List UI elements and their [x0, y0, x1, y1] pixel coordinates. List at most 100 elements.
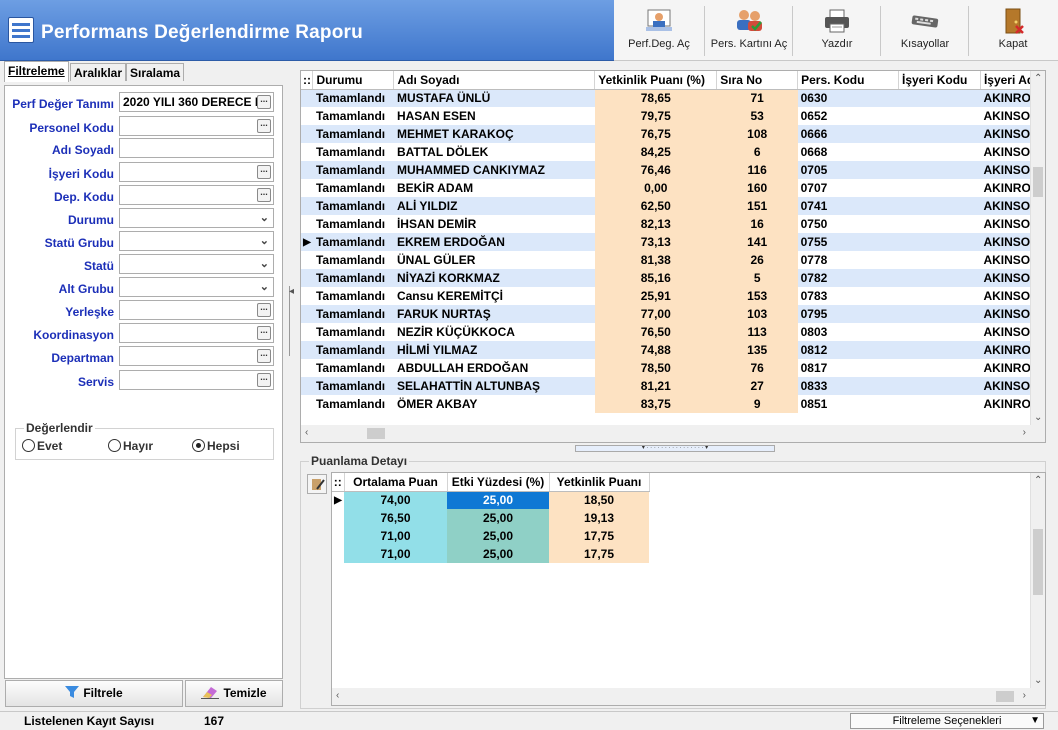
column-header[interactable]: İşyeri Kodu [898, 71, 981, 90]
collapse-left-icon[interactable]: ◂ [289, 286, 294, 297]
filter-input[interactable]: ... [119, 116, 274, 136]
row-header[interactable] [301, 305, 313, 323]
filter-input[interactable]: ⌄ [119, 254, 274, 274]
table-row[interactable]: Tamamlandı ÖMER AKBAY 83,75 9 0851 AKINROB [301, 395, 1045, 413]
table-cell[interactable]: 76 [716, 359, 798, 377]
chevron-down-icon[interactable]: ⌄ [260, 211, 269, 224]
table-cell[interactable]: 0812 [797, 341, 899, 359]
table-cell[interactable]: 26 [716, 251, 798, 269]
table-cell[interactable]: 0755 [797, 233, 899, 251]
table-cell[interactable]: 27 [716, 377, 798, 395]
table-cell[interactable]: Tamamlandı [312, 269, 394, 287]
table-cell[interactable]: 0817 [797, 359, 899, 377]
detail-cell[interactable]: 71,00 [344, 527, 447, 545]
table-cell[interactable]: Tamamlandı [312, 323, 394, 341]
ellipsis-icon[interactable]: ... [257, 188, 271, 202]
table-cell[interactable]: 0750 [797, 215, 899, 233]
detail-cell[interactable]: 18,50 [549, 491, 649, 509]
table-row[interactable]: Tamamlandı MUHAMMED CANKIYMAZ 76,46 116 0705… [301, 161, 1045, 179]
detail-cell[interactable]: 17,75 [549, 527, 649, 545]
table-cell[interactable]: 103 [716, 305, 798, 323]
table-cell[interactable]: BATTAL DÖLEK [393, 143, 595, 161]
table-cell[interactable]: EKREM ERDOĞAN [393, 233, 595, 251]
table-row[interactable]: Tamamlandı ABDULLAH ERDOĞAN 78,50 76 0817 AKI… [301, 359, 1045, 377]
detail-row[interactable]: 76,50 25,00 19,13 [332, 509, 649, 527]
column-header[interactable]: Adı Soyadı [393, 71, 596, 90]
table-cell[interactable]: 76,50 [594, 323, 717, 341]
table-cell[interactable]: 74,88 [594, 341, 717, 359]
table-cell[interactable]: Tamamlandı [312, 215, 394, 233]
filter-input[interactable]: ... [119, 370, 274, 390]
table-cell[interactable] [898, 341, 981, 359]
table-cell[interactable] [898, 143, 981, 161]
table-cell[interactable] [898, 179, 981, 197]
table-row[interactable]: Tamamlandı NEZİR KÜÇÜKKOCA 76,50 113 0803 AKI… [301, 323, 1045, 341]
table-row[interactable]: Tamamlandı MUSTAFA ÜNLÜ 78,65 71 0630 AKINROB [301, 89, 1045, 107]
table-cell[interactable]: Tamamlandı [312, 251, 394, 269]
column-header[interactable]: Pers. Kodu [797, 71, 899, 90]
detail-row[interactable]: 71,00 25,00 17,75 [332, 545, 649, 563]
grid-vertical-thumb[interactable] [1033, 167, 1043, 197]
table-row[interactable]: ▶ Tamamlandı EKREM ERDOĞAN 73,13 141 0755 AKIN… [301, 233, 1045, 251]
scroll-up-icon[interactable]: ⌃ [1034, 73, 1042, 84]
filter-options-dropdown[interactable]: Filtreleme Seçenekleri ▼ [850, 713, 1044, 729]
table-cell[interactable]: 16 [716, 215, 798, 233]
filter-input[interactable]: 2020 YILI 360 DERECE P... [119, 92, 274, 112]
filter-input[interactable] [119, 138, 274, 158]
table-cell[interactable] [898, 269, 981, 287]
table-cell[interactable]: 71 [716, 89, 798, 107]
print-button[interactable]: Yazdır [794, 4, 880, 58]
detail-scroll-left-icon[interactable]: ‹ [336, 690, 339, 701]
perf-deg-open-button[interactable]: Perf.Deg. Aç [616, 4, 702, 58]
detail-cell[interactable]: 25,00 [447, 545, 549, 563]
ellipsis-icon[interactable]: ... [257, 303, 271, 317]
row-header[interactable] [301, 197, 313, 215]
ellipsis-icon[interactable]: ... [257, 119, 271, 133]
table-cell[interactable]: 108 [716, 125, 798, 143]
table-cell[interactable]: Tamamlandı [312, 377, 394, 395]
temizle-button[interactable]: Temizle [185, 680, 283, 707]
table-cell[interactable]: Tamamlandı [312, 305, 394, 323]
table-cell[interactable]: 76,46 [594, 161, 717, 179]
detail-cell[interactable]: 19,13 [549, 509, 649, 527]
table-cell[interactable]: ÖMER AKBAY [393, 395, 595, 413]
filtrele-button[interactable]: Filtrele [5, 680, 183, 707]
detail-horizontal-scrollbar[interactable]: ‹ › [332, 688, 1045, 705]
radio-hepsi[interactable]: Hepsi [192, 439, 240, 453]
table-cell[interactable]: MEHMET KARAKOÇ [393, 125, 595, 143]
table-cell[interactable]: 0705 [797, 161, 899, 179]
grid-horizontal-thumb[interactable] [367, 428, 385, 439]
row-header[interactable] [301, 251, 313, 269]
table-cell[interactable]: 6 [716, 143, 798, 161]
table-cell[interactable]: 0666 [797, 125, 899, 143]
table-cell[interactable] [898, 359, 981, 377]
table-cell[interactable]: Tamamlandı [312, 233, 394, 251]
table-cell[interactable]: İHSAN DEMİR [393, 215, 595, 233]
row-header[interactable] [301, 125, 313, 143]
tab-araliklar[interactable]: Aralıklar [70, 63, 127, 81]
grid-horizontal-scrollbar[interactable]: ‹ › [301, 425, 1045, 442]
table-cell[interactable]: NİYAZİ KORKMAZ [393, 269, 595, 287]
detail-grid[interactable]: :: Ortalama Puan Etki Yüzdesi (%) Yetkinlik… [331, 472, 1046, 706]
detail-row[interactable]: 71,00 25,00 17,75 [332, 527, 649, 545]
table-cell[interactable]: ABDULLAH ERDOĞAN [393, 359, 595, 377]
detail-cell[interactable]: 25,00 [447, 527, 549, 545]
filter-input[interactable]: ... [119, 323, 274, 343]
table-cell[interactable] [898, 125, 981, 143]
row-header[interactable] [301, 107, 313, 125]
ellipsis-icon[interactable]: ... [257, 349, 271, 363]
detail-cell[interactable]: 25,00 [447, 491, 549, 509]
table-cell[interactable]: Tamamlandı [312, 89, 394, 107]
row-header[interactable] [301, 179, 313, 197]
detail-row[interactable]: ▶ 74,00 25,00 18,50 [332, 491, 649, 509]
filter-input[interactable]: ... [119, 162, 274, 182]
table-row[interactable]: Tamamlandı HİLMİ YILMAZ 74,88 135 0812 AKINRO… [301, 341, 1045, 359]
table-cell[interactable]: Tamamlandı [312, 287, 394, 305]
table-cell[interactable]: NEZİR KÜÇÜKKOCA [393, 323, 595, 341]
table-cell[interactable]: 82,13 [594, 215, 717, 233]
table-cell[interactable]: MUHAMMED CANKIYMAZ [393, 161, 595, 179]
table-cell[interactable]: 78,50 [594, 359, 717, 377]
table-cell[interactable]: 160 [716, 179, 798, 197]
detail-column-header[interactable]: Etki Yüzdesi (%) [447, 473, 550, 492]
close-button[interactable]: Kapat [970, 4, 1056, 58]
